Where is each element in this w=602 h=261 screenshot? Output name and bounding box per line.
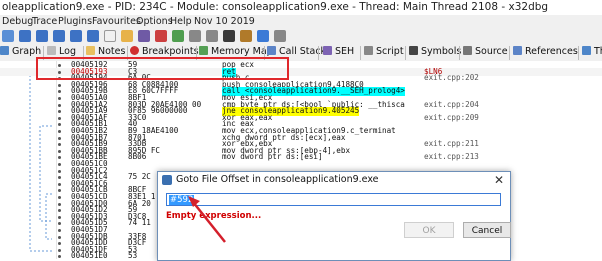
threads-icon [582, 46, 591, 55]
build-date: Nov 10 2019 [194, 16, 255, 27]
breakpoint-dot[interactable] [58, 182, 61, 186]
row-address: 004051E0 [71, 251, 108, 259]
breakpoint-dot[interactable] [58, 255, 61, 259]
menu-plugins[interactable]: Plugins [58, 16, 92, 27]
breakpoint-dot[interactable] [58, 169, 61, 173]
run-until-return-icon[interactable] [87, 30, 99, 42]
breakpoint-dot[interactable] [58, 248, 61, 252]
breakpoint-dot[interactable] [58, 123, 61, 127]
tab-divider [509, 46, 510, 60]
annotation-arrow [188, 196, 226, 243]
menu-help[interactable]: Help [170, 16, 192, 27]
memory-icon[interactable] [172, 30, 184, 42]
script-icon [364, 46, 373, 55]
breakpoint-dot[interactable] [58, 189, 61, 193]
call-stack-icon [267, 46, 276, 55]
source-icon [463, 46, 472, 55]
step-out-icon[interactable] [53, 30, 65, 42]
dialog-title-bar: Goto File Offset in consoleapplication9.… [158, 172, 510, 188]
breakpoint-dot[interactable] [58, 136, 61, 140]
references-icon [513, 46, 522, 55]
breakpoint-dot[interactable] [58, 143, 61, 147]
window-title: oleapplication9.exe - PID: 234C - Module… [2, 1, 549, 13]
breakpoint-icon[interactable] [155, 30, 167, 42]
tab-symbols[interactable]: Symbols [409, 46, 461, 60]
toolbar [0, 28, 602, 46]
trace-icon[interactable] [121, 30, 133, 42]
breakpoint-dot[interactable] [58, 242, 61, 246]
menu-trace[interactable]: Trace [32, 16, 57, 27]
help-icon[interactable] [257, 30, 269, 42]
breakpoint-dot[interactable] [58, 209, 61, 213]
breakpoint-dot[interactable] [58, 202, 61, 206]
close-icon[interactable]: ✕ [494, 173, 504, 187]
breakpoint-dot[interactable] [58, 229, 61, 232]
memory-map-icon [199, 46, 208, 55]
menu-debug[interactable]: Debug [2, 16, 33, 27]
tab-source[interactable]: Source [463, 46, 508, 60]
row-bytes: 53 [128, 251, 138, 259]
tab-divider [360, 46, 361, 60]
tab-divider [578, 46, 579, 60]
animate-icon[interactable] [104, 30, 116, 42]
window-title-bar: oleapplication9.exe - PID: 234C - Module… [0, 0, 602, 15]
breakpoint-dot[interactable] [58, 83, 61, 87]
hash-icon[interactable] [206, 30, 218, 42]
font-icon[interactable] [223, 30, 235, 42]
step-into-icon[interactable] [19, 30, 31, 42]
tab-divider [318, 46, 319, 60]
breakpoint-dot[interactable] [58, 235, 61, 239]
restart-icon[interactable] [2, 30, 14, 42]
settings-icon[interactable] [240, 30, 252, 42]
breakpoint-dot[interactable] [58, 163, 61, 166]
dialog-app-icon [162, 175, 172, 185]
seh-icon [323, 46, 332, 55]
menu-options[interactable]: Options [136, 16, 173, 27]
patch-icon[interactable] [138, 30, 150, 42]
dialog-title: Goto File Offset in consoleapplication9.… [176, 174, 379, 185]
log-icon[interactable] [274, 30, 286, 42]
menu-bar: Debug Trace Plugins Favourites Options H… [0, 15, 602, 28]
breakpoint-dot[interactable] [58, 149, 61, 153]
breakpoint-dot[interactable] [58, 130, 61, 133]
highlight-rectangle [36, 57, 289, 80]
tab-divider [459, 46, 460, 60]
tab-script[interactable]: Script [364, 46, 404, 60]
breakpoint-dot[interactable] [58, 90, 61, 94]
symbols-icon [409, 46, 418, 55]
fx-icon[interactable] [189, 30, 201, 42]
breakpoint-dot[interactable] [58, 222, 61, 226]
breakpoint-dot[interactable] [58, 97, 61, 100]
tab-graph[interactable]: Graph [0, 46, 41, 60]
tab-threads[interactable]: Th [582, 46, 602, 60]
step-over-icon[interactable] [36, 30, 48, 42]
breakpoint-dot[interactable] [58, 110, 61, 114]
breakpoint-dot[interactable] [58, 103, 61, 107]
breakpoint-dot[interactable] [58, 176, 61, 180]
ok-button[interactable]: OK [404, 222, 454, 238]
notes-icon [86, 46, 95, 55]
breakpoint-dot[interactable] [58, 196, 61, 199]
tab-references[interactable]: References [513, 46, 578, 60]
breakpoint-dot[interactable] [58, 116, 61, 120]
breakpoint-icon [130, 46, 139, 55]
tab-seh[interactable]: SEH [323, 46, 354, 60]
run-to-user-icon[interactable] [70, 30, 82, 42]
breakpoint-dot[interactable] [58, 215, 61, 219]
breakpoint-dot[interactable] [58, 156, 61, 160]
tab-divider [405, 46, 406, 60]
log-icon [47, 46, 56, 55]
menu-favourites[interactable]: Favourites [92, 16, 141, 27]
graph-icon [0, 46, 9, 55]
cancel-button[interactable]: Cancel [463, 222, 511, 238]
